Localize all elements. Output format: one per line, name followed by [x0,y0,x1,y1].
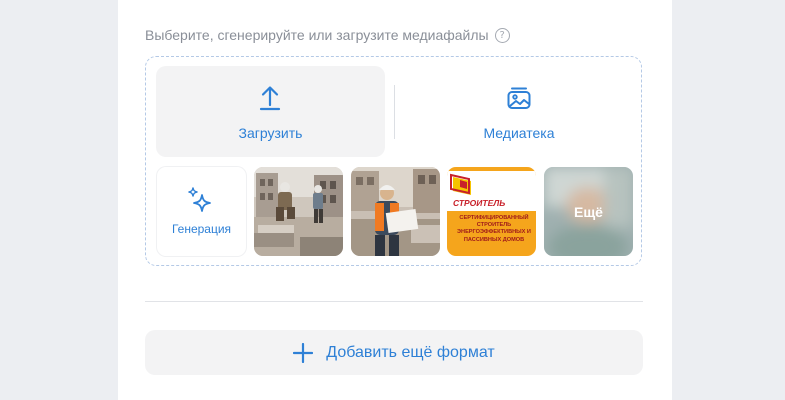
generate-label: Генерация [171,222,232,236]
more-label: Ещё [574,204,603,220]
add-format-button[interactable]: Добавить ещё формат [145,330,643,375]
action-divider [394,85,395,139]
banner-text: СЕРТИФИЦИРОВАННЫЙ СТРОИТЕЛЬ ЭНЕРГОЭФФЕКТ… [457,215,531,243]
media-thumbnail[interactable] [351,167,440,256]
upload-icon [259,86,281,111]
media-library-label: Медиатека [483,125,555,141]
banner-title: СТРОИТЕЛЬ [453,198,506,208]
image-gallery-icon [507,87,531,109]
media-caption: Выберите, сгенерируйте или загрузите мед… [145,25,510,45]
upload-label: Загрузить [238,125,303,141]
sparkles-icon [188,187,211,212]
help-icon[interactable]: ? [494,27,510,43]
add-format-label: Добавить ещё формат [326,343,495,361]
media-library-button[interactable] [400,66,638,157]
workers-photo-icon [254,167,343,256]
media-thumbnail[interactable] [254,167,343,256]
plus-icon [293,342,314,363]
section-divider [145,301,643,302]
engineer-photo-icon [351,167,440,256]
media-caption-text: Выберите, сгенерируйте или загрузите мед… [145,27,489,43]
